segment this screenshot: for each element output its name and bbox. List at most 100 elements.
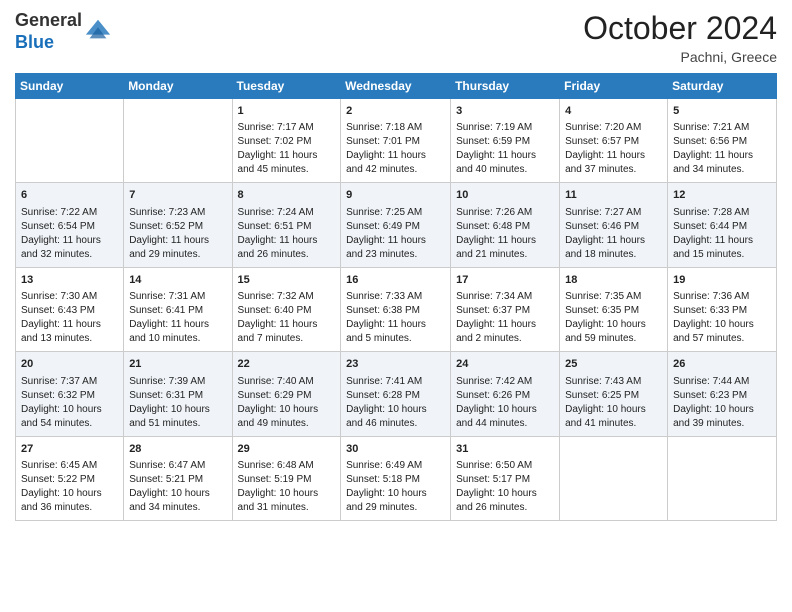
sunset-text: Sunset: 6:52 PM (129, 221, 203, 232)
sunset-text: Sunset: 6:48 PM (456, 221, 530, 232)
sunrise-text: Sunrise: 7:42 AM (456, 376, 532, 387)
calendar-cell: 4Sunrise: 7:20 AMSunset: 6:57 PMDaylight… (560, 99, 668, 183)
calendar-cell: 11Sunrise: 7:27 AMSunset: 6:46 PMDayligh… (560, 183, 668, 267)
day-number: 9 (346, 188, 445, 203)
daylight-text: Daylight: 11 hours and 18 minutes. (565, 235, 645, 260)
sunset-text: Sunset: 6:49 PM (346, 221, 420, 232)
day-number: 25 (565, 357, 662, 372)
sunrise-text: Sunrise: 7:35 AM (565, 291, 641, 302)
day-number: 26 (673, 357, 771, 372)
day-number: 3 (456, 104, 554, 119)
sunset-text: Sunset: 6:59 PM (456, 136, 530, 147)
sunrise-text: Sunrise: 7:37 AM (21, 376, 97, 387)
daylight-text: Daylight: 11 hours and 10 minutes. (129, 319, 209, 344)
calendar-cell: 2Sunrise: 7:18 AMSunset: 7:01 PMDaylight… (341, 99, 451, 183)
daylight-text: Daylight: 10 hours and 59 minutes. (565, 319, 646, 344)
daylight-text: Daylight: 10 hours and 29 minutes. (346, 488, 427, 513)
weekday-header-row: SundayMondayTuesdayWednesdayThursdayFrid… (16, 74, 777, 99)
day-number: 22 (238, 357, 336, 372)
day-number: 21 (129, 357, 226, 372)
sunset-text: Sunset: 6:54 PM (21, 221, 95, 232)
sunset-text: Sunset: 5:22 PM (21, 474, 95, 485)
sunset-text: Sunset: 6:37 PM (456, 305, 530, 316)
logo-icon (84, 16, 112, 44)
calendar-cell: 3Sunrise: 7:19 AMSunset: 6:59 PMDaylight… (451, 99, 560, 183)
location-title: Pachni, Greece (583, 49, 777, 65)
daylight-text: Daylight: 10 hours and 31 minutes. (238, 488, 319, 513)
sunrise-text: Sunrise: 6:47 AM (129, 460, 205, 471)
calendar-cell: 17Sunrise: 7:34 AMSunset: 6:37 PMDayligh… (451, 267, 560, 351)
day-number: 19 (673, 273, 771, 288)
calendar-cell: 30Sunrise: 6:49 AMSunset: 5:18 PMDayligh… (341, 436, 451, 520)
sunrise-text: Sunrise: 7:26 AM (456, 207, 532, 218)
sunrise-text: Sunrise: 6:50 AM (456, 460, 532, 471)
daylight-text: Daylight: 10 hours and 44 minutes. (456, 404, 537, 429)
daylight-text: Daylight: 11 hours and 32 minutes. (21, 235, 101, 260)
day-number: 7 (129, 188, 226, 203)
weekday-header: Wednesday (341, 74, 451, 99)
sunset-text: Sunset: 5:19 PM (238, 474, 312, 485)
daylight-text: Daylight: 11 hours and 42 minutes. (346, 150, 426, 175)
calendar-cell: 26Sunrise: 7:44 AMSunset: 6:23 PMDayligh… (668, 352, 777, 436)
calendar-cell (16, 99, 124, 183)
day-number: 28 (129, 442, 226, 457)
calendar-cell: 28 Sunrise: 6:47 AM Sunset: 5:21 PM Dayligh… (124, 436, 232, 520)
calendar-cell: 16Sunrise: 7:33 AMSunset: 6:38 PMDayligh… (341, 267, 451, 351)
calendar-cell: 18 Sunrise: 7:35 AM Sunset: 6:35 PM Dayligh… (560, 267, 668, 351)
calendar-cell: 5Sunrise: 7:21 AMSunset: 6:56 PMDaylight… (668, 99, 777, 183)
sunset-text: Sunset: 6:46 PM (565, 221, 639, 232)
calendar-cell: 9Sunrise: 7:25 AMSunset: 6:49 PMDaylight… (341, 183, 451, 267)
calendar-cell: 7 Sunrise: 7:23 AM Sunset: 6:52 PM Daylight… (124, 183, 232, 267)
calendar-cell: 21Sunrise: 7:39 AMSunset: 6:31 PMDayligh… (124, 352, 232, 436)
sunset-text: Sunset: 7:02 PM (238, 136, 312, 147)
daylight-text: Daylight: 11 hours and 29 minutes. (129, 235, 209, 260)
calendar-cell: 15Sunrise: 7:32 AMSunset: 6:40 PMDayligh… (232, 267, 341, 351)
calendar-week-row: 6Sunrise: 7:22 AMSunset: 6:54 PMDaylight… (16, 183, 777, 267)
day-number: 8 (238, 188, 336, 203)
sunset-text: Sunset: 6:26 PM (456, 390, 530, 401)
calendar-cell: 27Sunrise: 6:45 AMSunset: 5:22 PMDayligh… (16, 436, 124, 520)
sunset-text: Sunset: 6:44 PM (673, 221, 747, 232)
calendar-cell: 24Sunrise: 7:42 AMSunset: 6:26 PMDayligh… (451, 352, 560, 436)
daylight-text: Daylight: 11 hours and 37 minutes. (565, 150, 645, 175)
sunrise-text: Sunrise: 7:19 AM (456, 122, 532, 133)
daylight-text: Daylight: 10 hours and 34 minutes. (129, 488, 210, 513)
sunrise-text: Sunrise: 7:40 AM (238, 376, 314, 387)
sunset-text: Sunset: 6:38 PM (346, 305, 420, 316)
day-number: 31 (456, 442, 554, 457)
calendar-week-row: 27Sunrise: 6:45 AMSunset: 5:22 PMDayligh… (16, 436, 777, 520)
sunset-text: Sunset: 5:21 PM (129, 474, 203, 485)
sunset-text: Sunset: 6:51 PM (238, 221, 312, 232)
weekday-header: Saturday (668, 74, 777, 99)
daylight-text: Daylight: 10 hours and 46 minutes. (346, 404, 427, 429)
sunset-text: Sunset: 6:57 PM (565, 136, 639, 147)
daylight-text: Daylight: 11 hours and 7 minutes. (238, 319, 318, 344)
sunset-text: Sunset: 6:35 PM (565, 305, 639, 316)
weekday-header: Monday (124, 74, 232, 99)
calendar-week-row: 1Sunrise: 7:17 AMSunset: 7:02 PMDaylight… (16, 99, 777, 183)
sunrise-text: Sunrise: 7:36 AM (673, 291, 749, 302)
daylight-text: Daylight: 10 hours and 39 minutes. (673, 404, 754, 429)
sunrise-text: Sunrise: 7:17 AM (238, 122, 314, 133)
day-number: 13 (21, 273, 118, 288)
calendar-table: SundayMondayTuesdayWednesdayThursdayFrid… (15, 73, 777, 521)
day-number: 18 (565, 273, 662, 288)
daylight-text: Daylight: 11 hours and 5 minutes. (346, 319, 426, 344)
sunset-text: Sunset: 6:25 PM (565, 390, 639, 401)
sunset-text: Sunset: 6:23 PM (673, 390, 747, 401)
daylight-text: Daylight: 11 hours and 23 minutes. (346, 235, 426, 260)
sunset-text: Sunset: 5:17 PM (456, 474, 530, 485)
sunrise-text: Sunrise: 7:20 AM (565, 122, 641, 133)
daylight-text: Daylight: 10 hours and 36 minutes. (21, 488, 102, 513)
calendar-cell (124, 99, 232, 183)
sunrise-text: Sunrise: 7:23 AM (129, 207, 205, 218)
calendar-cell: 19Sunrise: 7:36 AMSunset: 6:33 PMDayligh… (668, 267, 777, 351)
calendar-week-row: 20Sunrise: 7:37 AMSunset: 6:32 PMDayligh… (16, 352, 777, 436)
sunset-text: Sunset: 6:40 PM (238, 305, 312, 316)
calendar-cell: 6Sunrise: 7:22 AMSunset: 6:54 PMDaylight… (16, 183, 124, 267)
month-title: October 2024 (583, 10, 777, 47)
sunrise-text: Sunrise: 7:31 AM (129, 291, 205, 302)
day-number: 30 (346, 442, 445, 457)
calendar-cell: 10Sunrise: 7:26 AMSunset: 6:48 PMDayligh… (451, 183, 560, 267)
sunrise-text: Sunrise: 7:32 AM (238, 291, 314, 302)
